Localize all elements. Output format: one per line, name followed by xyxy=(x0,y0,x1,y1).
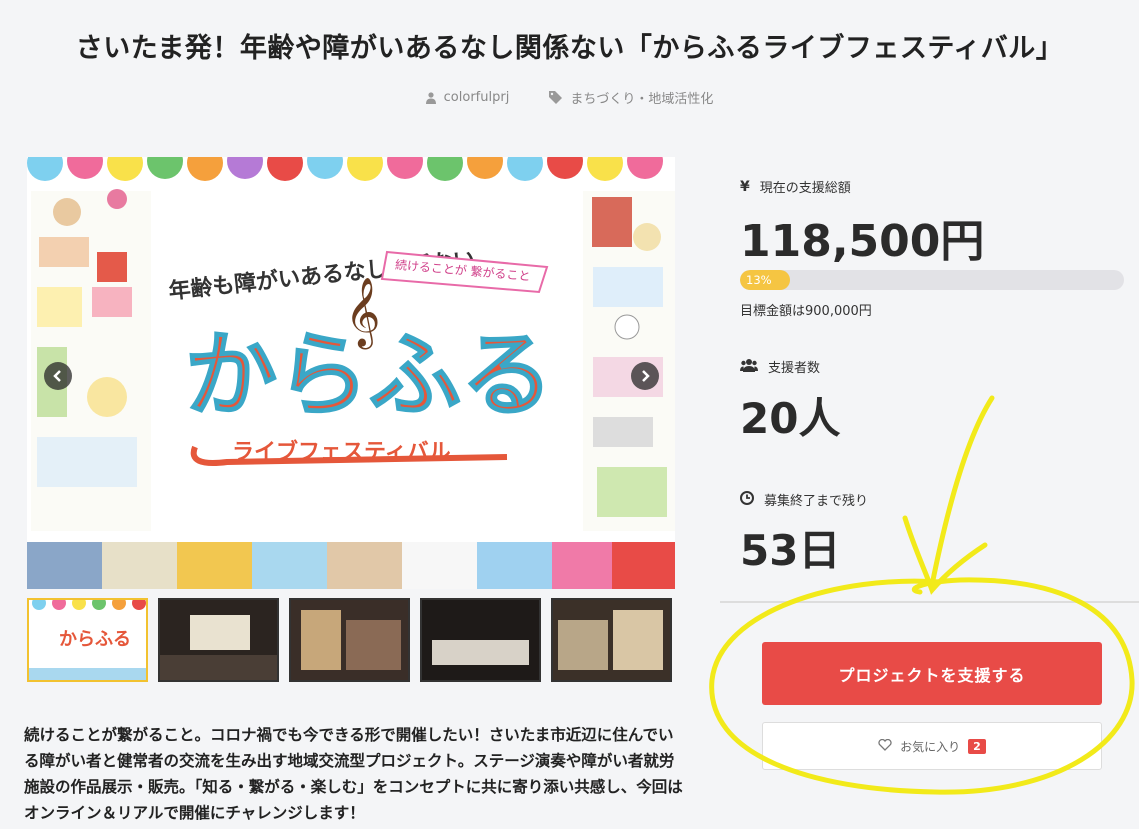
project-meta: colorfulprj まちづくり・地域活性化 xyxy=(0,88,1139,107)
yen-icon: ¥ xyxy=(740,178,750,195)
favorite-label: お気に入り xyxy=(900,739,961,754)
hero-image: 年齢も障がいあるなし関係ない 続けることが 繋がること からふる ライブフェステ… xyxy=(27,157,675,589)
thumbnail-5[interactable] xyxy=(551,598,672,682)
thumbnail-3[interactable] xyxy=(289,598,410,682)
clock-icon xyxy=(740,490,754,509)
user-icon xyxy=(425,91,436,104)
goal-amount: 目標金額は900,000円 xyxy=(740,304,872,319)
svg-text:𝄞: 𝄞 xyxy=(345,277,380,349)
support-project-button[interactable]: プロジェクトを支援する xyxy=(762,642,1102,705)
remaining-label-row: 募集終了まで残り xyxy=(740,490,868,509)
funding-panel: ¥ 現在の支援総額 118,500円 13% 目標金額は900,000円 支援者… xyxy=(720,157,1139,603)
project-description: 続けることが繋がること。コロナ禍でも今できる形で開催したい！さいたま市近辺に住ん… xyxy=(24,726,683,822)
thumbnail-4[interactable] xyxy=(420,598,541,682)
tag-icon xyxy=(549,91,563,104)
hero-logo-sub: ライブフェスティバル xyxy=(232,439,451,465)
category-name: まちづくり・地域活性化 xyxy=(570,92,714,107)
author-name: colorfulprj xyxy=(443,90,510,105)
total-amount: 118,500円 xyxy=(740,216,985,267)
total-label: 現在の支援総額 xyxy=(759,181,851,196)
thumbnail-2[interactable] xyxy=(158,598,279,682)
progress-bar: 13% xyxy=(740,270,1124,290)
thumbnail-1[interactable]: からふる xyxy=(27,598,148,682)
heart-icon xyxy=(878,738,892,754)
progress-fill: 13% xyxy=(740,270,790,290)
thumbnail-strip: からふる xyxy=(27,598,675,682)
project-title: さいたま発！年齢や障がいあるなし関係ない「からふるライブフェスティバル」 xyxy=(75,33,1064,64)
category-link[interactable]: まちづくり・地域活性化 xyxy=(549,88,713,107)
backers-label: 支援者数 xyxy=(768,361,821,376)
favorite-count-badge: 2 xyxy=(968,738,986,754)
chevron-left-icon xyxy=(53,370,61,382)
prev-slide-button[interactable] xyxy=(44,362,72,390)
users-icon xyxy=(740,358,758,376)
backers-count: 20人 xyxy=(740,394,841,443)
chevron-right-icon xyxy=(642,370,650,382)
remaining-days: 53日 xyxy=(740,526,841,575)
favorite-button[interactable]: お気に入り 2 xyxy=(762,722,1102,770)
author-link[interactable]: colorfulprj xyxy=(425,88,510,107)
svg-text:からふる: からふる xyxy=(59,629,131,650)
remaining-label: 募集終了まで残り xyxy=(764,494,869,509)
next-slide-button[interactable] xyxy=(631,362,659,390)
total-label-row: ¥ 現在の支援総額 xyxy=(740,177,851,197)
backers-label-row: 支援者数 xyxy=(740,357,820,376)
